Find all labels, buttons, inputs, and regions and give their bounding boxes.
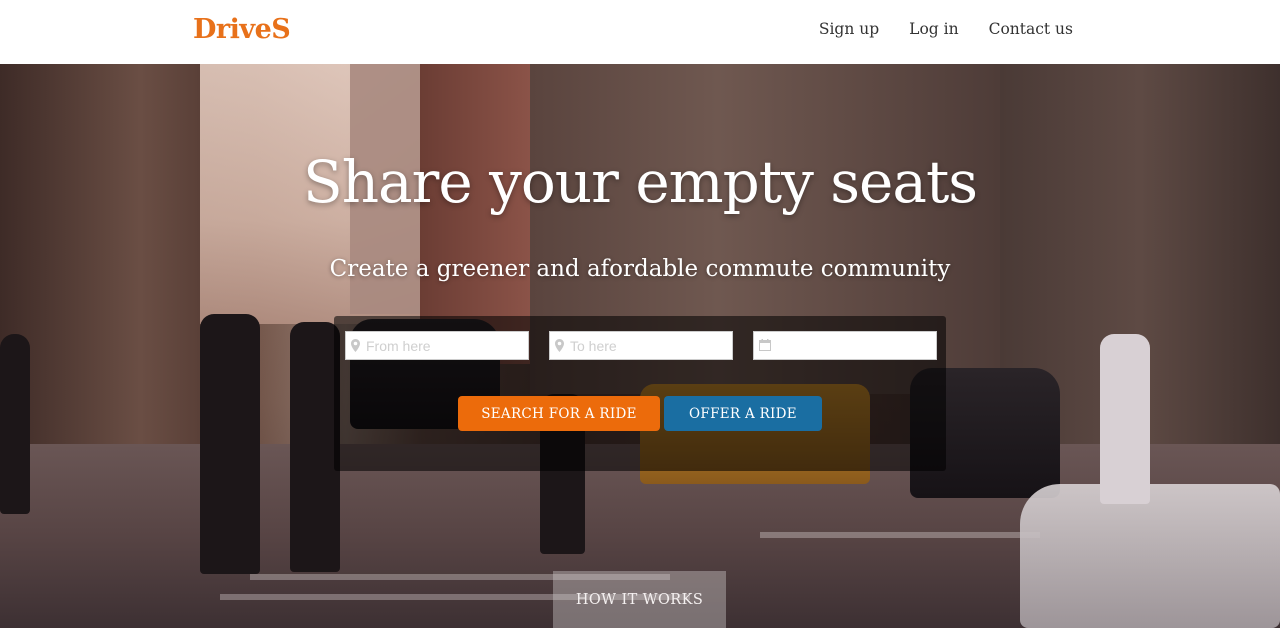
nav-contact-link[interactable]: Contact us: [989, 20, 1073, 38]
offer-ride-button[interactable]: Offer a ride: [664, 396, 822, 431]
ride-search-panel: Search for a ride Offer a ride: [334, 316, 946, 471]
to-input[interactable]: [570, 332, 730, 359]
crosswalk-stripe: [760, 532, 1040, 538]
hero-subtitle: Create a greener and afordable commute c…: [329, 256, 951, 282]
hero-title: Share your empty seats: [302, 148, 978, 216]
map-marker-icon: [555, 338, 567, 353]
nav-login-link[interactable]: Log in: [909, 20, 958, 38]
to-field[interactable]: [549, 331, 733, 360]
hero-background-pedestrian: [290, 322, 340, 572]
date-input[interactable]: [774, 332, 934, 359]
from-input[interactable]: [366, 332, 526, 359]
how-it-works-button[interactable]: HOW IT WORKS: [553, 571, 726, 628]
search-ride-button[interactable]: Search for a ride: [458, 396, 660, 431]
hero-background-pedestrian: [0, 334, 30, 514]
calendar-icon: [759, 338, 771, 353]
hero-background-pedestrian: [200, 314, 260, 574]
hero-section: Share your empty seats Create a greener …: [0, 64, 1280, 628]
date-field[interactable]: [753, 331, 937, 360]
top-navbar: DriveS Sign up Log in Contact us: [0, 0, 1280, 64]
hero-background-car: [1020, 484, 1280, 628]
brand-logo[interactable]: DriveS: [193, 14, 291, 45]
nav-links: Sign up Log in Contact us: [819, 20, 1073, 38]
map-marker-icon: [351, 338, 363, 353]
from-field[interactable]: [345, 331, 529, 360]
hero-background-pedestrian: [1100, 334, 1150, 504]
nav-signup-link[interactable]: Sign up: [819, 20, 879, 38]
